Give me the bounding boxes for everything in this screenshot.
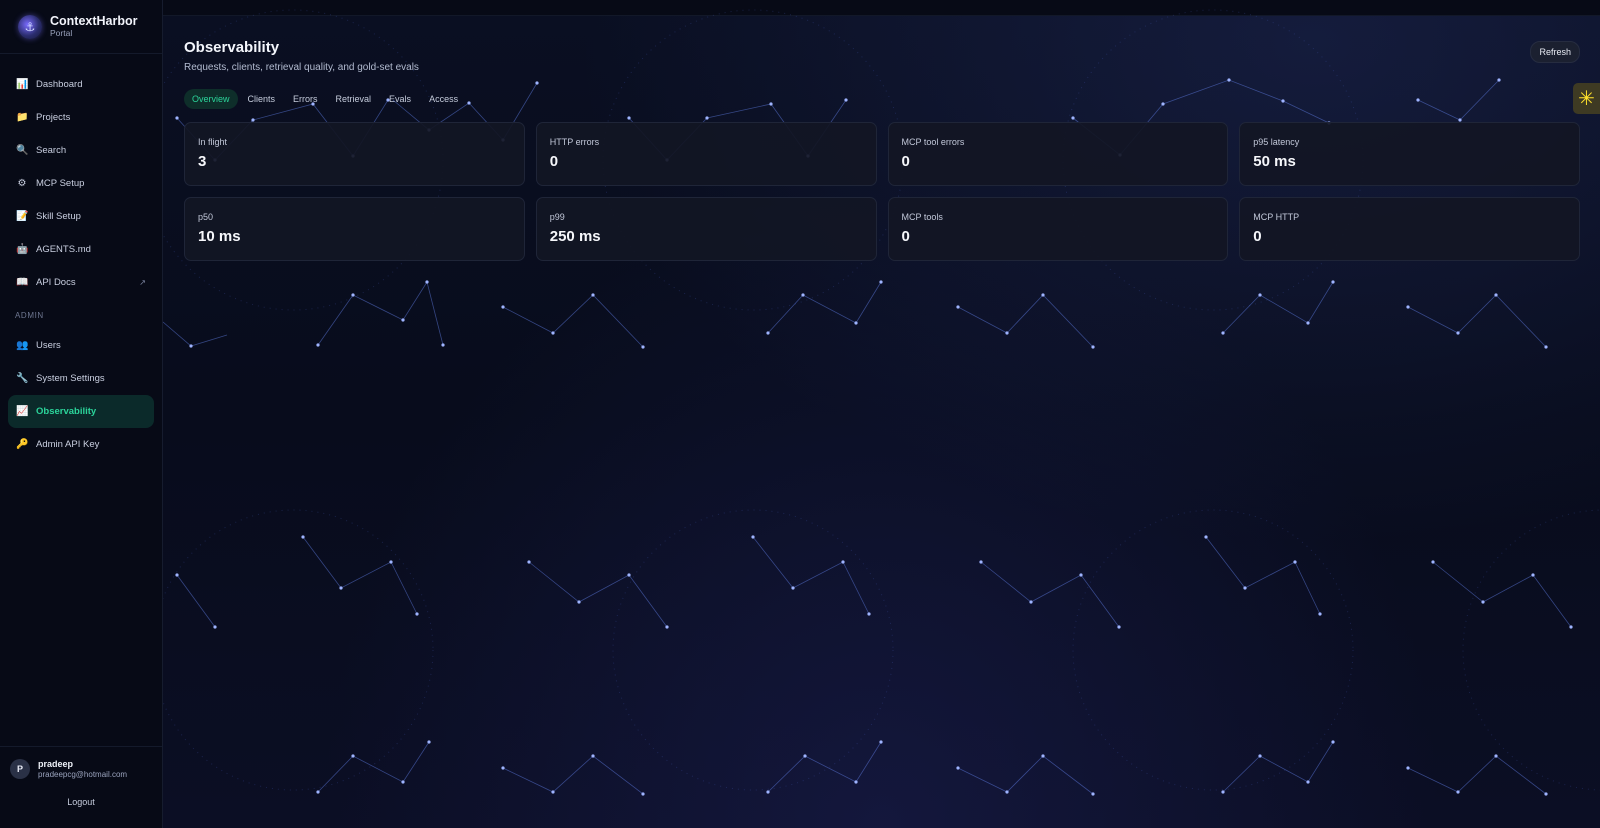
book-icon: 📖	[16, 277, 29, 288]
metric-label: MCP tool errors	[901, 137, 965, 147]
metric-value: 0	[1253, 228, 1262, 245]
sidebar-item-label: Projects	[36, 112, 71, 123]
brand-name: ContextHarbor	[50, 13, 138, 28]
sidebar-nav: 📊 Dashboard 📁 Projects 🔍 Search ⚙ MCP Se…	[0, 54, 162, 746]
sidebar-item-label: MCP Setup	[36, 178, 85, 189]
brand-subtitle: Portal	[50, 28, 73, 39]
metric-card-p95-latency: p95 latency 50 ms	[1239, 122, 1580, 186]
tab-overview[interactable]: Overview	[184, 89, 238, 109]
external-link-icon: ↗	[139, 278, 146, 287]
metric-value: 0	[901, 228, 910, 245]
tab-errors[interactable]: Errors	[285, 89, 326, 109]
tab-evals[interactable]: Evals	[381, 89, 419, 109]
sidebar-item-system-settings[interactable]: 🔧 System Settings	[8, 362, 154, 395]
page-header: Observability Requests, clients, retriev…	[184, 38, 1580, 73]
sidebar-item-dashboard[interactable]: 📊 Dashboard	[8, 68, 154, 101]
app-root: ⚓ ContextHarbor Portal 📊 Dashboard 📁 Pro…	[0, 0, 1600, 828]
sidebar-item-label: Admin API Key	[36, 439, 100, 450]
metric-value: 0	[901, 153, 910, 170]
sidebar-item-api-docs[interactable]: 📖 API Docs ↗	[8, 266, 154, 299]
main-area: Observability Requests, clients, retriev…	[163, 0, 1600, 828]
memo-icon: 📝	[16, 211, 29, 222]
page-title: Observability	[184, 39, 280, 56]
sidebar-item-label: Observability	[36, 406, 97, 417]
sidebar-item-admin-api-key[interactable]: 🔑 Admin API Key	[8, 428, 154, 461]
metric-label: HTTP errors	[549, 137, 600, 147]
page-content: Observability Requests, clients, retriev…	[163, 16, 1600, 261]
metric-card-http-errors: HTTP errors 0	[535, 122, 877, 186]
key-icon: 🔑	[16, 439, 29, 450]
sidebar-item-observability[interactable]: 📈 Observability	[8, 395, 154, 428]
page-subtitle: Requests, clients, retrieval quality, an…	[184, 62, 419, 73]
sidebar-item-projects[interactable]: 📁 Projects	[8, 101, 154, 134]
metric-value: 0	[549, 153, 559, 170]
sidebar-item-label: API Docs	[36, 277, 76, 288]
chart-up-icon: 📈	[16, 406, 29, 417]
harbor-logo-icon: ⚓	[18, 14, 42, 39]
tab-bar: Overview Clients Errors Retrieval Evals …	[184, 89, 1580, 109]
user-email: pradeepcg@hotmail.com	[38, 770, 128, 779]
metric-value: 3	[198, 153, 207, 170]
metric-label: MCP HTTP	[1253, 212, 1300, 222]
sidebar-item-label: Skill Setup	[36, 211, 81, 222]
folder-icon: 📁	[16, 112, 29, 123]
admin-section-label: ADMIN	[15, 311, 44, 320]
sidebar-item-skill-setup[interactable]: 📝 Skill Setup	[8, 200, 154, 233]
metric-card-mcp-tools: MCP tools 0	[887, 197, 1229, 261]
robot-icon: 🤖	[16, 244, 29, 255]
tab-clients[interactable]: Clients	[240, 89, 284, 109]
metric-label: p99	[549, 212, 565, 222]
sidebar-item-label: System Settings	[36, 373, 105, 384]
metric-card-p99: p99 250 ms	[535, 197, 877, 261]
tab-access[interactable]: Access	[421, 89, 466, 109]
floating-widget-button[interactable]: ✳	[1573, 83, 1600, 114]
magnifier-icon: 🔍	[16, 145, 29, 156]
sidebar-item-label: Search	[36, 145, 67, 156]
sidebar-item-users[interactable]: 👥 Users	[8, 329, 154, 362]
brand[interactable]: ⚓ ContextHarbor Portal	[0, 0, 162, 54]
metric-value: 10 ms	[198, 228, 241, 245]
sidebar: ⚓ ContextHarbor Portal 📊 Dashboard 📁 Pro…	[0, 0, 163, 828]
sidebar-item-search[interactable]: 🔍 Search	[8, 134, 154, 167]
metric-label: In flight	[198, 137, 228, 147]
metrics-grid: In flight 3 HTTP errors 0 MCP tool error…	[184, 122, 1580, 261]
sidebar-item-label: Users	[36, 340, 61, 351]
avatar: P	[10, 759, 30, 779]
metric-card-p50: p50 10 ms	[184, 197, 525, 261]
wrench-icon: 🔧	[16, 373, 29, 384]
metric-value: 250 ms	[549, 228, 601, 245]
asterisk-icon: ✳	[1578, 88, 1595, 110]
user-row: P pradeep pradeepcg@hotmail.com	[10, 759, 152, 779]
users-icon: 👥	[16, 340, 29, 351]
gear-icon: ⚙	[17, 178, 27, 189]
metric-card-in-flight: In flight 3	[184, 122, 525, 186]
user-panel: P pradeep pradeepcg@hotmail.com Logout	[0, 746, 162, 828]
user-name: pradeep	[38, 759, 74, 769]
metric-label: p95 latency	[1253, 137, 1300, 147]
refresh-button[interactable]: Refresh	[1530, 41, 1580, 63]
metric-value: 50 ms	[1253, 153, 1296, 170]
top-bar	[163, 0, 1600, 16]
logout-button[interactable]: Logout	[10, 797, 152, 807]
sidebar-item-label: AGENTS.md	[36, 244, 91, 255]
bar-chart-icon: 📊	[16, 79, 29, 90]
metric-card-mcp-tool-errors: MCP tool errors 0	[887, 122, 1229, 186]
sidebar-item-agents-md[interactable]: 🤖 AGENTS.md	[8, 233, 154, 266]
metric-label: p50	[198, 212, 214, 222]
metric-card-mcp-http: MCP HTTP 0	[1239, 197, 1580, 261]
tab-retrieval[interactable]: Retrieval	[328, 89, 380, 109]
sidebar-item-mcp-setup[interactable]: ⚙ MCP Setup	[8, 167, 154, 200]
metric-label: MCP tools	[901, 212, 943, 222]
sidebar-item-label: Dashboard	[36, 79, 83, 90]
